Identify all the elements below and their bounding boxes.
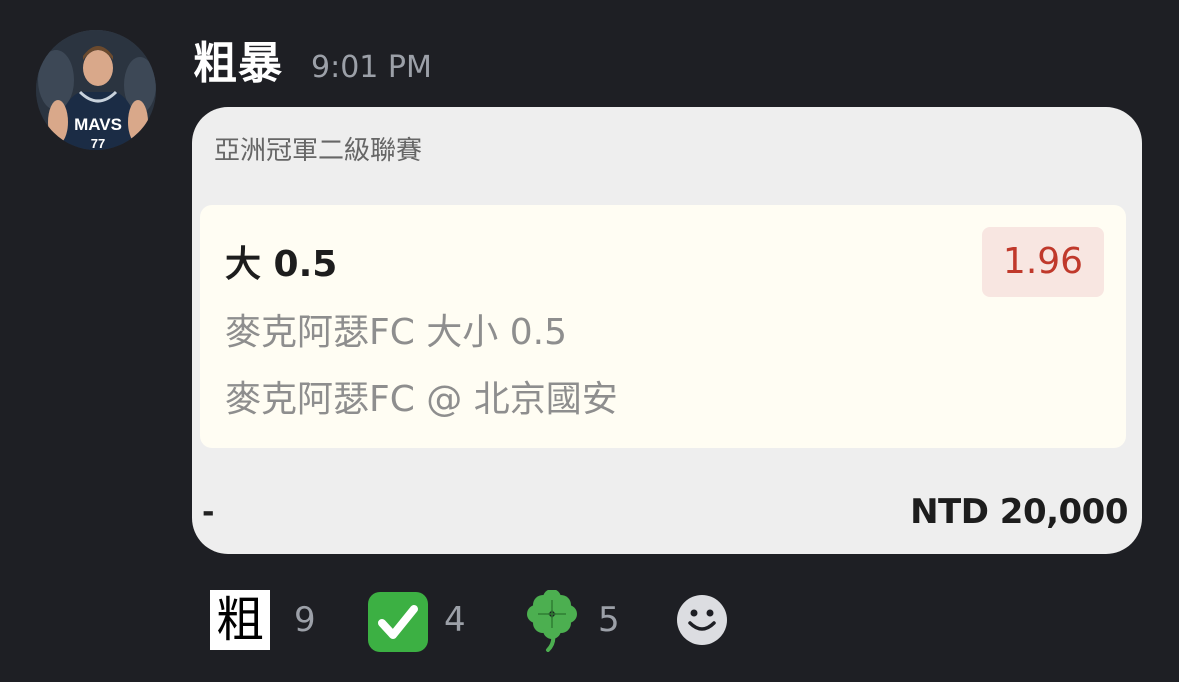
bet-stake: NTD 20,000 [910, 492, 1128, 532]
reaction-check[interactable]: 4 [366, 588, 486, 652]
custom-cu-emoji-icon: 粗 [210, 590, 270, 650]
reaction-cu[interactable]: 粗 9 [210, 588, 330, 652]
smiley-add-reaction-icon[interactable] [676, 594, 728, 646]
four-leaf-clover-icon [527, 590, 577, 652]
reaction-count: 4 [444, 600, 466, 640]
bet-slip-card[interactable]: 亞洲冠軍二級聯賽 大 0.5 1.96 麥克阿瑟FC 大小 0.5 麥克阿瑟FC… [192, 107, 1142, 554]
bet-footer-left: - [202, 495, 215, 530]
check-mark-icon [368, 592, 428, 652]
bet-match: 麥克阿瑟FC @ 北京國安 [225, 379, 618, 420]
reaction-clover[interactable]: 5 [522, 588, 642, 652]
bet-selection: 大 0.5 [225, 244, 338, 285]
avatar-jersey-number: 77 [91, 136, 105, 150]
message-timestamp: 9:01 PM [311, 50, 432, 85]
bet-market: 麥克阿瑟FC 大小 0.5 [225, 312, 567, 353]
avatar-image: MAVS 77 [36, 30, 156, 150]
odds-badge: 1.96 [982, 227, 1104, 297]
reaction-count: 5 [598, 600, 620, 640]
message-author[interactable]: 粗暴 [193, 34, 283, 94]
avatar-jersey-text: MAVS [74, 115, 122, 134]
reaction-count: 9 [294, 600, 316, 640]
user-avatar[interactable]: MAVS 77 [36, 30, 156, 150]
bet-selection-box: 大 0.5 1.96 麥克阿瑟FC 大小 0.5 麥克阿瑟FC @ 北京國安 [200, 205, 1126, 448]
league-name: 亞洲冠軍二級聯賽 [214, 136, 423, 166]
